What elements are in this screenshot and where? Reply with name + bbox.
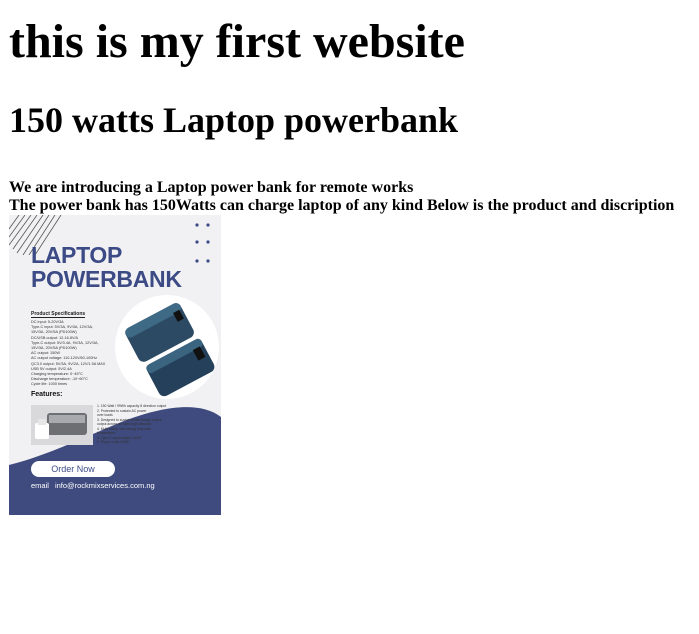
contact-email: email info@rockmixservices.com.ng — [31, 481, 155, 490]
dots-decoration — [195, 223, 210, 263]
email-value: info@rockmixservices.com.ng — [54, 481, 155, 490]
poster-title: LAPTOP POWERBANK — [31, 243, 182, 291]
intro-text: We are introducing a Laptop power bank f… — [9, 179, 674, 215]
spec-heading: Product Specifications — [31, 311, 86, 318]
page-subheading: 150 watts Laptop powerbank — [9, 100, 459, 140]
intro-line: The power bank has 150Watts can charge l… — [9, 197, 675, 214]
product-poster-image: LAPTOP POWERBANK Product Specifications … — [9, 215, 221, 515]
powerbank-product-photo — [31, 405, 93, 445]
features-list: 1. 150 Watt / 99Wh capacity 8 direction … — [97, 404, 175, 445]
list-item: Cycle life: 1000 times — [31, 382, 68, 387]
poster-title-line: LAPTOP — [31, 242, 123, 268]
poster-title-line: POWERBANK — [31, 266, 182, 292]
page-heading: this is my first website — [9, 15, 465, 68]
powerbank-device-image — [125, 303, 215, 397]
order-now-button[interactable]: Order Now — [31, 461, 115, 477]
email-label: email — [31, 481, 49, 490]
intro-line: We are introducing a Laptop power bank f… — [9, 179, 414, 196]
spec-list: DC input: 5-20V/3A Type-C input: 5V/3A, 9… — [31, 320, 119, 388]
list-item: 6. Plug-in cells 100W — [97, 440, 129, 444]
list-item: 1. 150 Watt / 99Wh capacity 8 direction … — [97, 404, 167, 408]
